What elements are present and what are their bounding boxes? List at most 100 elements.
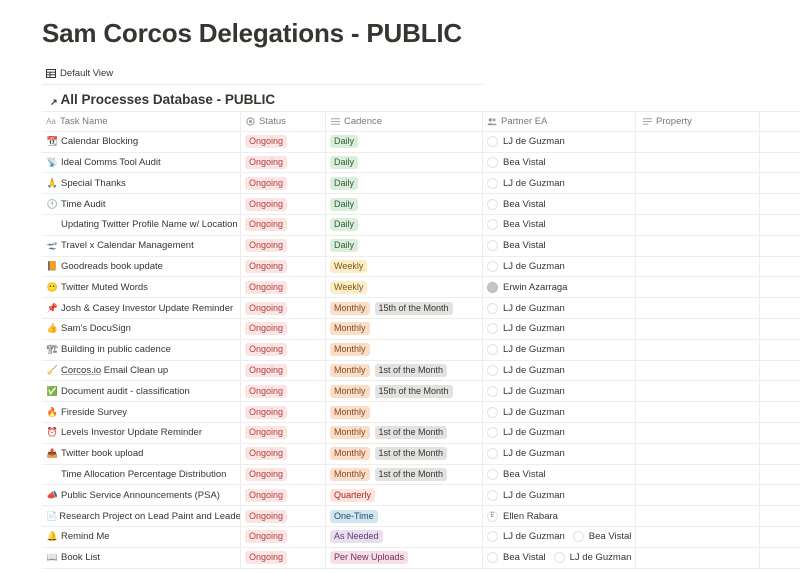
task-name-cell[interactable]: 📤 Twitter book upload (42, 444, 240, 464)
cadence-cell[interactable]: As Needed (325, 526, 482, 547)
table-row[interactable]: 🛫 Travel x Calendar Management Ongoing Dail… (42, 235, 800, 257)
status-cell[interactable]: Ongoing (240, 360, 325, 381)
property-cell[interactable] (635, 173, 759, 194)
property-cell[interactable] (635, 402, 759, 422)
cadence-cell[interactable]: Daily (325, 194, 482, 214)
task-name-cell[interactable]: 🧹 Corcos.io Email Clean up (42, 361, 240, 381)
cadence-cell[interactable]: Monthly 15th of the Month (325, 298, 482, 318)
column-header-property[interactable]: Property (635, 112, 759, 131)
table-row[interactable]: Time Allocation Percentage Distribution O… (42, 464, 800, 486)
status-cell[interactable]: Ongoing (240, 214, 325, 235)
property-cell[interactable] (635, 464, 759, 485)
cadence-cell[interactable]: Monthly 1st of the Month (325, 464, 482, 485)
column-header-partner-ea[interactable]: Partner EA (482, 112, 635, 131)
task-name-cell[interactable]: 📌 Josh & Casey Investor Update Reminder (42, 298, 240, 318)
property-cell[interactable] (635, 256, 759, 277)
partner-ea-cell[interactable]: LJ de Guzman (482, 131, 635, 152)
partner-ea-cell[interactable]: LJ de Guzman (482, 318, 635, 339)
table-row[interactable]: 📣 Public Service Announcements (PSA) Ongoi… (42, 485, 800, 507)
cadence-cell[interactable]: Quarterly (325, 485, 482, 506)
cadence-cell[interactable]: Daily (325, 131, 482, 152)
status-cell[interactable]: Ongoing (240, 152, 325, 173)
task-name-cell[interactable]: 📖 Book List (42, 548, 240, 568)
partner-ea-cell[interactable]: Bea Vistal (482, 152, 635, 173)
cadence-cell[interactable]: Weekly (325, 277, 482, 298)
partner-ea-cell[interactable]: Bea Vistal (482, 464, 635, 485)
property-cell[interactable] (635, 277, 759, 298)
property-cell[interactable] (635, 381, 759, 402)
table-row[interactable]: ⏰ Levels Investor Update Reminder Ongoing M… (42, 422, 800, 444)
status-cell[interactable]: Ongoing (240, 131, 325, 152)
property-cell[interactable] (635, 131, 759, 152)
property-cell[interactable] (635, 235, 759, 256)
task-name-cell[interactable]: 👍 Sam's DocuSign (42, 319, 240, 339)
property-cell[interactable] (635, 422, 759, 443)
status-cell[interactable]: Ongoing (240, 506, 325, 526)
database-title[interactable]: ↗ All Processes Database - PUBLIC (50, 92, 275, 107)
cadence-cell[interactable]: Monthly (325, 318, 482, 339)
task-name-cell[interactable]: 📙 Goodreads book update (42, 257, 240, 277)
default-view-tab[interactable]: Default View (46, 64, 113, 82)
table-row[interactable]: 📄 Research Project on Lead Paint and Lead… (42, 506, 800, 527)
task-name-cell[interactable]: 🛫 Travel x Calendar Management (42, 236, 240, 256)
partner-ea-cell[interactable]: LJ de Guzman (482, 485, 635, 506)
status-cell[interactable]: Ongoing (240, 526, 325, 547)
status-cell[interactable]: Ongoing (240, 402, 325, 422)
cadence-cell[interactable]: Daily (325, 214, 482, 235)
task-name-cell[interactable]: 🔥 Fireside Survey (42, 402, 240, 422)
status-cell[interactable]: Ongoing (240, 173, 325, 194)
status-cell[interactable]: Ongoing (240, 339, 325, 360)
property-cell[interactable] (635, 506, 759, 526)
table-row[interactable]: ✅ Document audit - classification Ongoing M… (42, 381, 800, 403)
status-cell[interactable]: Ongoing (240, 235, 325, 256)
task-name-cell[interactable]: 🙏 Special Thanks (42, 173, 240, 193)
property-cell[interactable] (635, 485, 759, 506)
partner-ea-cell[interactable]: Erwin Azarraga (482, 277, 635, 298)
property-cell[interactable] (635, 298, 759, 318)
task-link[interactable]: Corcos.io (61, 365, 101, 376)
column-header-cadence[interactable]: Cadence (325, 112, 482, 131)
cadence-cell[interactable]: Daily (325, 152, 482, 173)
property-cell[interactable] (635, 360, 759, 381)
task-name-cell[interactable]: 😶 Twitter Muted Words (42, 277, 240, 297)
task-name-cell[interactable]: ✅ Document audit - classification (42, 381, 240, 401)
partner-ea-cell[interactable]: Bea Vistal LJ de Guzman (482, 547, 635, 568)
status-cell[interactable]: Ongoing (240, 464, 325, 485)
status-cell[interactable]: Ongoing (240, 422, 325, 443)
partner-ea-cell[interactable]: Bea Vistal (482, 235, 635, 256)
table-row[interactable]: 😶 Twitter Muted Words Ongoing Weekly Erwin A… (42, 277, 800, 299)
table-row[interactable]: 📙 Goodreads book update Ongoing Weekly LJ de… (42, 256, 800, 278)
partner-ea-cell[interactable]: Bea Vistal (482, 194, 635, 214)
table-row[interactable]: 🙏 Special Thanks Ongoing Daily LJ de Guzman (42, 173, 800, 195)
task-name-cell[interactable]: 🕛 Time Audit (42, 194, 240, 214)
table-row[interactable]: 📤 Twitter book upload Ongoing Monthly 1st of… (42, 443, 800, 465)
status-cell[interactable]: Ongoing (240, 277, 325, 298)
status-cell[interactable]: Ongoing (240, 547, 325, 568)
table-row[interactable]: 🕛 Time Audit Ongoing Daily Bea Vistal (42, 194, 800, 215)
property-cell[interactable] (635, 194, 759, 214)
table-row[interactable]: 🏗 Building in public cadence Ongoing Monthl… (42, 339, 800, 361)
cadence-cell[interactable]: Monthly 1st of the Month (325, 443, 482, 464)
partner-ea-cell[interactable]: LJ de Guzman Bea Vistal (482, 526, 635, 547)
property-cell[interactable] (635, 547, 759, 568)
partner-ea-cell[interactable]: LJ de Guzman (482, 443, 635, 464)
task-name-cell[interactable]: 📣 Public Service Announcements (PSA) (42, 485, 240, 505)
partner-ea-cell[interactable]: LJ de Guzman (482, 256, 635, 277)
task-name-cell[interactable]: 📄 Research Project on Lead Paint and Lead… (42, 506, 240, 526)
partner-ea-cell[interactable]: LJ de Guzman (482, 298, 635, 318)
status-cell[interactable]: Ongoing (240, 298, 325, 318)
partner-ea-cell[interactable]: LJ de Guzman (482, 422, 635, 443)
property-cell[interactable] (635, 526, 759, 547)
partner-ea-cell[interactable]: LJ de Guzman (482, 173, 635, 194)
property-cell[interactable] (635, 214, 759, 235)
table-row[interactable]: 📆 Calendar Blocking Ongoing Daily LJ de Guzm… (42, 131, 800, 153)
table-row[interactable]: Updating Twitter Profile Name w/ Locatio… (42, 214, 800, 236)
task-name-cell[interactable]: 📡 Ideal Comms Tool Audit (42, 153, 240, 173)
column-header-task-name[interactable]: Aa Task Name (42, 112, 240, 131)
cadence-cell[interactable]: Monthly 15th of the Month (325, 381, 482, 402)
property-cell[interactable] (635, 339, 759, 360)
status-cell[interactable]: Ongoing (240, 443, 325, 464)
cadence-cell[interactable]: Weekly (325, 256, 482, 277)
property-cell[interactable] (635, 152, 759, 173)
table-row[interactable]: 🔔 Remind Me Ongoing As Needed LJ de Guzman Be… (42, 526, 800, 548)
